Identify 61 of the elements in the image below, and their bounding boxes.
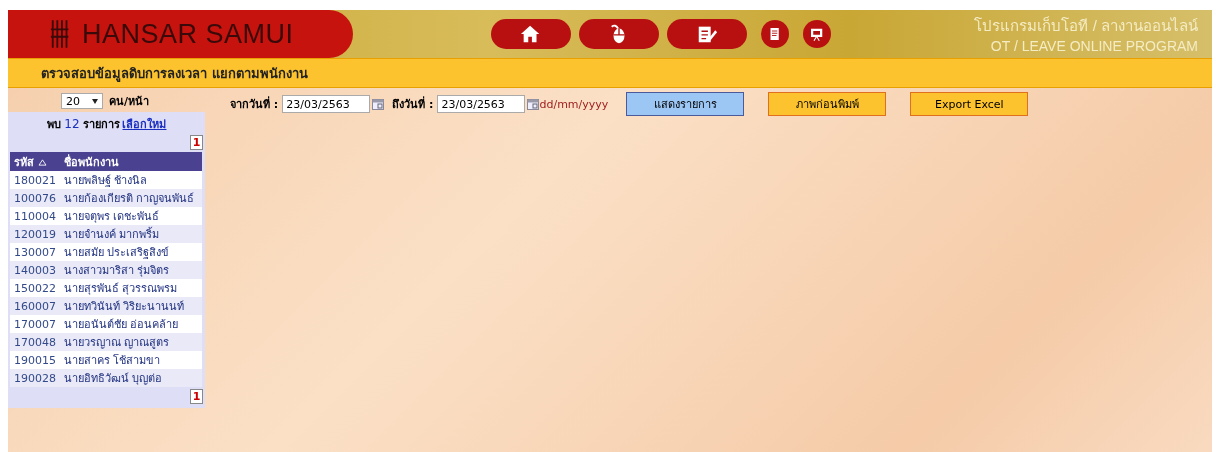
action-button[interactable]: Export Excel [910,92,1029,116]
table-cell: 180021 [10,171,60,189]
table-cell: 170007 [10,315,60,333]
table-row[interactable]: 110004 นายจตุพร เดชะพันธ์ [10,207,202,225]
from-date-label: จากวันที่ : [230,95,279,113]
column-label: รหัส [14,155,34,169]
logo-text: HANSAR SAMUI [82,18,294,50]
table-row[interactable]: 140003 นางสาวมาริสา รุ่มจิตร [10,261,202,279]
table-row[interactable]: 170007 นายอนันต์ชัย อ่อนคล้าย [10,315,202,333]
date-format-hint: dd/mm/yyyy [539,97,609,111]
table-row[interactable]: 190028 นายอิทธิวัฒน์ บุญต่อ [10,369,202,387]
calendar-icon[interactable] [372,98,385,110]
page-number[interactable]: 1 [190,389,203,404]
table-cell: นายพลิษฐ์ ช้างนิล [60,171,202,189]
table-cell: นายสุรพันธ์ สุวรรณพรม [60,279,202,297]
table-row[interactable]: 150022 นายสุรพันธ์ สุวรรณพรม [10,279,202,297]
table-cell: 170048 [10,333,60,351]
program-title: โปรแกรมเก็บโอที / ลางานออนไลน์ [974,15,1198,36]
table-row[interactable]: 190015 นายสาคร โช้สามขา [10,351,202,369]
nav-button[interactable] [803,20,831,48]
table-cell: นายจตุพร เดชะพันธ์ [60,207,202,225]
per-page-select[interactable]: 20 [61,93,103,109]
page-number[interactable]: 1 [190,135,203,150]
table-row[interactable]: 160007 นายทวินันท์ วิริยะนานนท์ [10,297,202,315]
page-title: ตรวจสอบข้อมูลดิบการลงเวลา แยกตามพนักงาน [41,64,308,84]
table-cell: นางสาวมาริสา รุ่มจิตร [60,261,202,279]
to-date-label: ถึงวันที่ : [392,95,434,113]
table-cell: 110004 [10,207,60,225]
table-cell: 160007 [10,297,60,315]
result-count: พบ 12 รายการ [46,116,121,133]
table-cell: 190028 [10,369,60,387]
table-cell: นายก้องเกียรติ กาญจนพันธ์ [60,189,202,207]
show-list-button[interactable]: แสดงรายการ [626,92,745,116]
table-row[interactable]: 180021 นายพลิษฐ์ ช้างนิล [10,171,202,189]
table-cell: 140003 [10,261,60,279]
table-row[interactable]: 130007 นายสมัย ประเสริฐสิงข์ [10,243,202,261]
program-subtitle: OT / LEAVE ONLINE PROGRAM [989,38,1198,54]
table-row[interactable]: 170048 นายวรญาณ ญาณสูตร [10,333,202,351]
table-cell: นายวรญาณ ญาณสูตร [60,333,202,351]
table-cell: นายสาคร โช้สามขา [60,351,202,369]
table-cell: นายอนันต์ชัย อ่อนคล้าย [60,315,202,333]
table-cell: นายทวินันท์ วิริยะนานนท์ [60,297,202,315]
nav-button[interactable] [579,19,659,49]
table-cell: 130007 [10,243,60,261]
nav-button[interactable] [491,19,571,49]
table-cell: 100076 [10,189,60,207]
nav-button[interactable] [667,19,747,49]
column-label: ชื่อพนักงาน [64,155,119,169]
table-cell: นายจำนงค์ มากพริ้ม [60,225,202,243]
per-page-label: คน/หน้า [109,94,150,110]
table-cell: 150022 [10,279,60,297]
table-cell: นายสมัย ประเสริฐสิงข์ [60,243,202,261]
action-button[interactable]: ภาพก่อนพิมพ์ [768,92,887,116]
calendar-icon[interactable] [527,98,540,110]
table-cell: 190015 [10,351,60,369]
table-cell: 120019 [10,225,60,243]
reselect-link[interactable]: เลือกใหม่ [122,115,167,133]
table-cell: นายอิทธิวัฒน์ บุญต่อ [60,369,202,387]
from-date-field[interactable]: 23/03/2563 [282,95,371,113]
to-date-field[interactable]: 23/03/2563 [437,95,526,113]
nav-button[interactable] [761,20,789,48]
